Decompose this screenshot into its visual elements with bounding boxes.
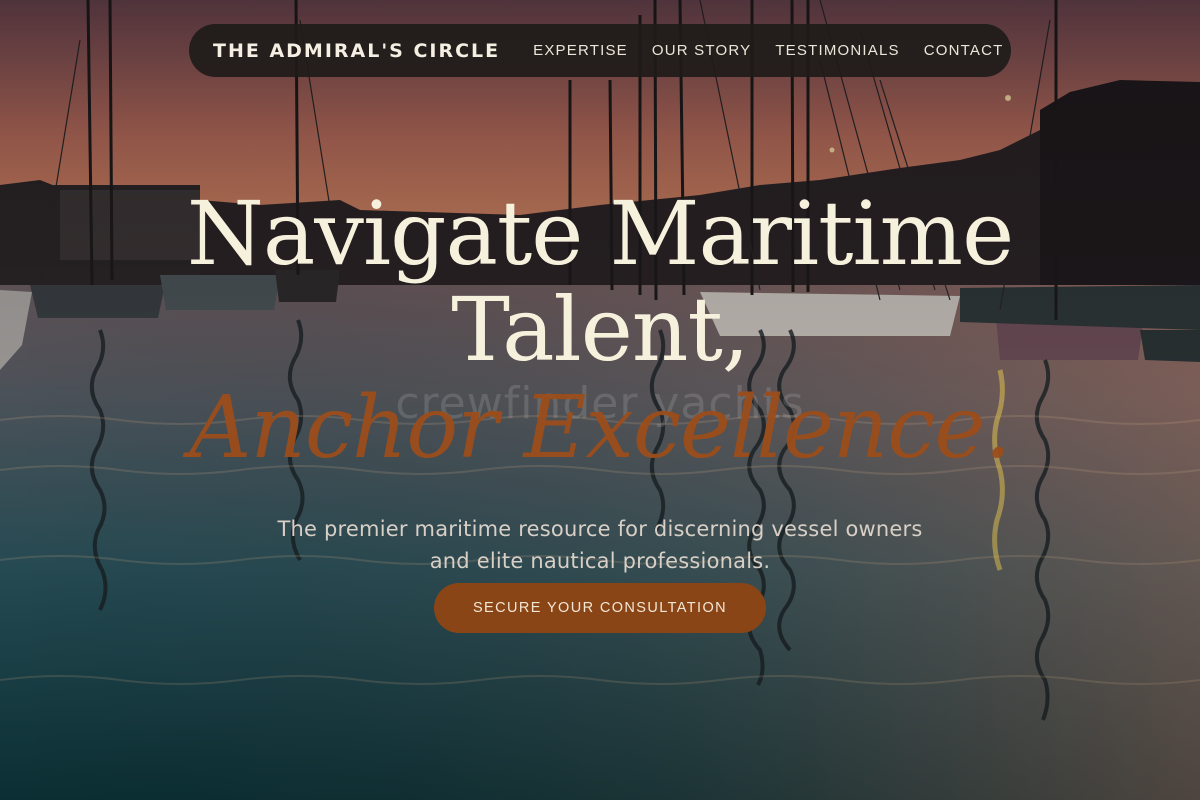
nav-link-testimonials[interactable]: TESTIMONIALS bbox=[775, 42, 899, 59]
nav-links: EXPERTISE OUR STORY TESTIMONIALS CONTACT bbox=[533, 42, 1003, 59]
hero-headline-accent: Anchor Excellence. bbox=[189, 378, 1011, 478]
top-navigation-bar: THE ADMIRAL'S CIRCLE EXPERTISE OUR STORY… bbox=[189, 24, 1011, 77]
hero-headline-line-1: Navigate Maritime bbox=[186, 182, 1014, 285]
hero-headline-line-2: Talent, bbox=[451, 278, 750, 381]
nav-link-our-story[interactable]: OUR STORY bbox=[652, 42, 751, 59]
brand-logo-text[interactable]: THE ADMIRAL'S CIRCLE bbox=[213, 40, 500, 62]
nav-link-expertise[interactable]: EXPERTISE bbox=[533, 42, 628, 59]
nav-link-contact[interactable]: CONTACT bbox=[924, 42, 1004, 59]
secure-consultation-button[interactable]: SECURE YOUR CONSULTATION bbox=[434, 583, 766, 633]
hero-subtitle: The premier maritime resource for discer… bbox=[277, 517, 923, 573]
